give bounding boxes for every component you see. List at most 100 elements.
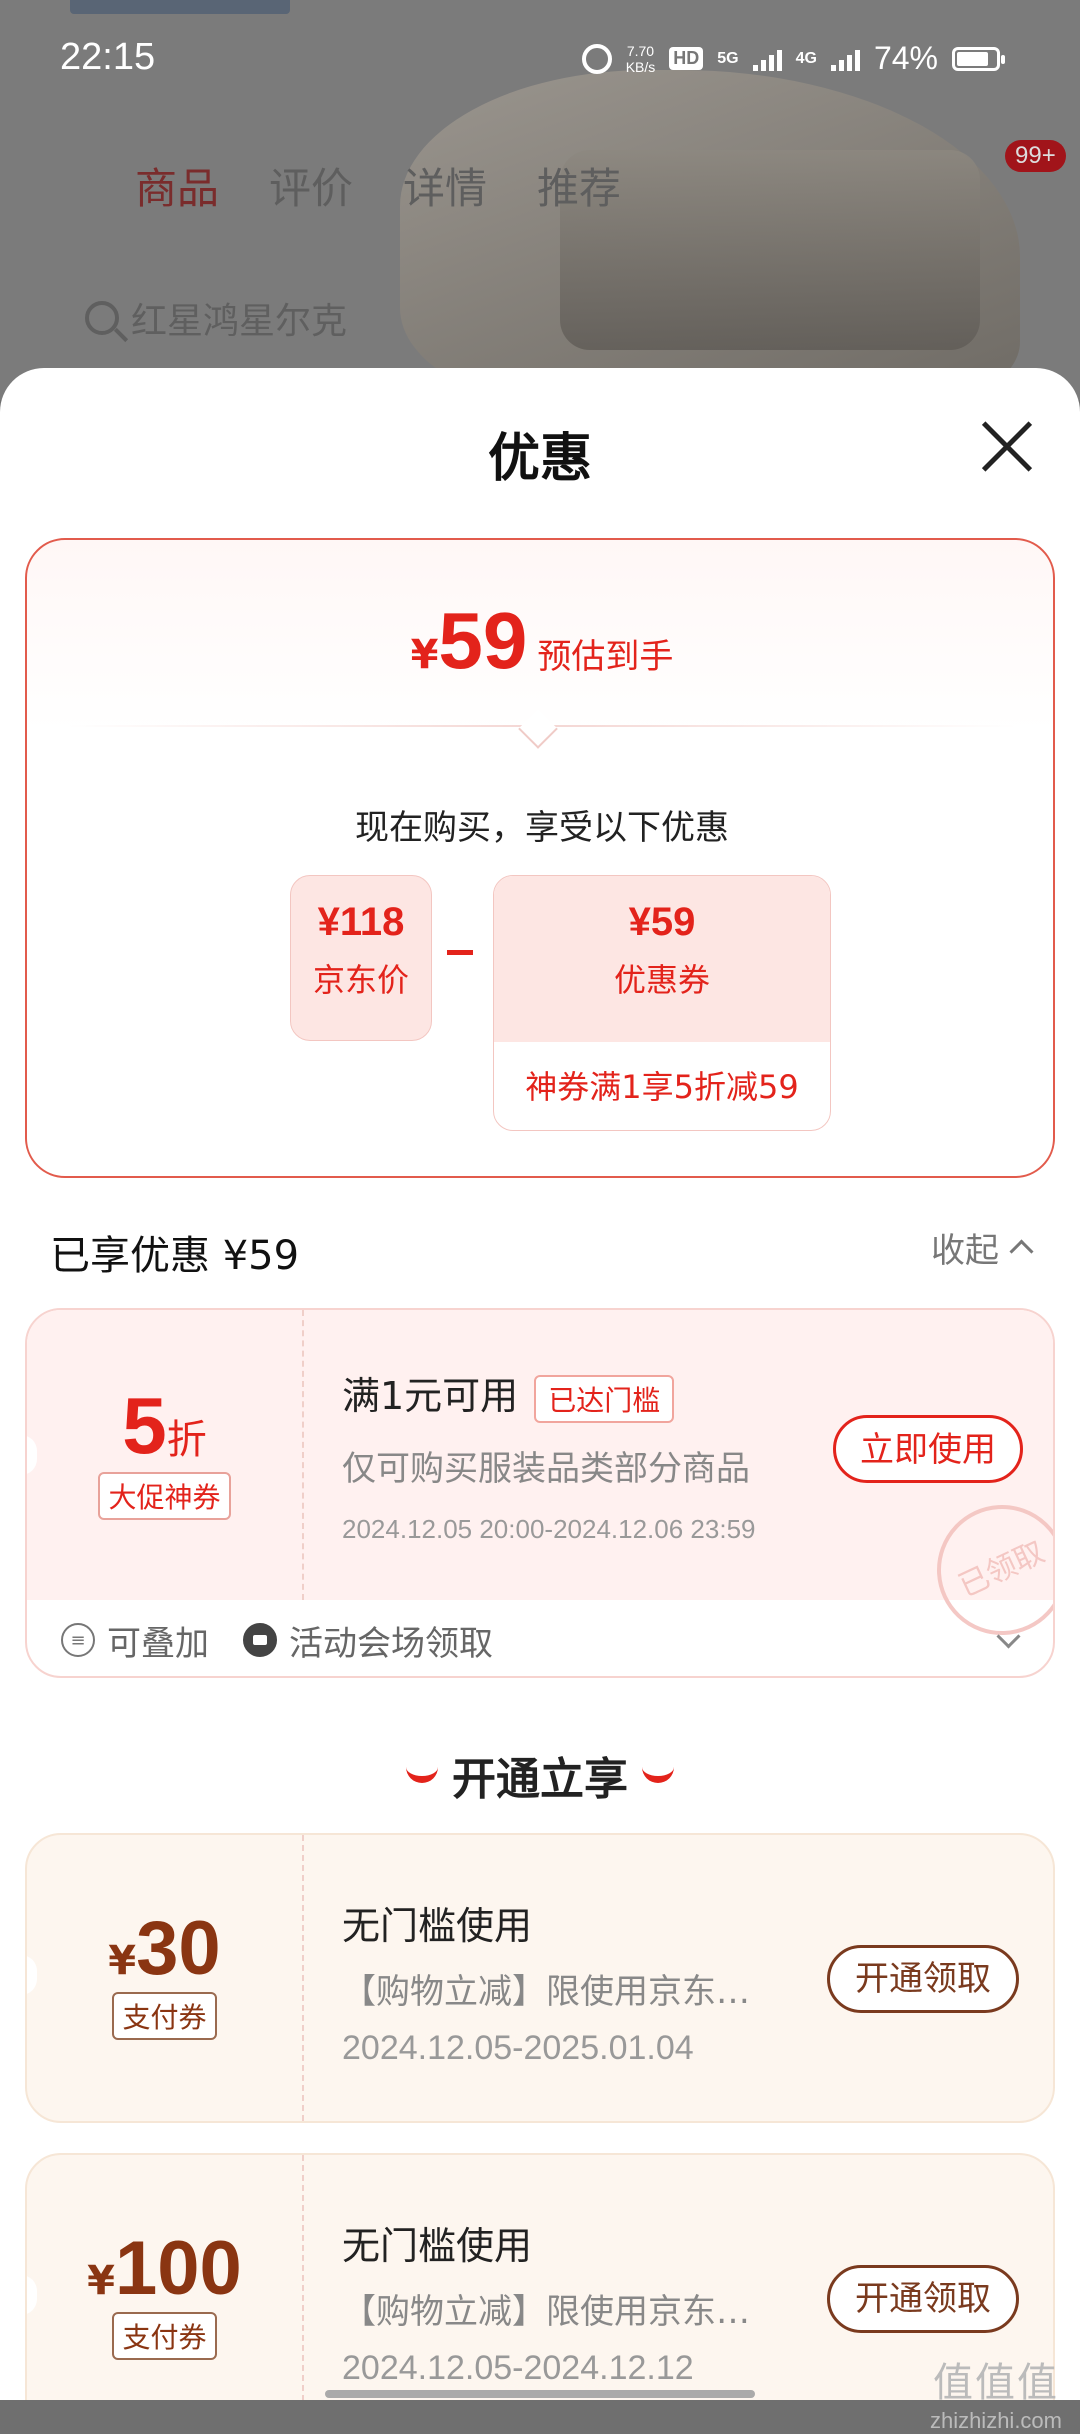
close-icon[interactable] — [980, 420, 1034, 474]
discount-value: 5 — [122, 1381, 167, 1470]
final-price-label: 预估到手 — [537, 637, 674, 677]
tab-details[interactable]: 详情 — [403, 155, 487, 216]
tab-reviews[interactable]: 评价 — [269, 155, 353, 216]
open-section-title: 开通立享 — [0, 1743, 1080, 1807]
pay-coupon-tag: 支付券 — [112, 2312, 217, 2360]
hd-icon: HD — [669, 47, 704, 70]
pay-coupon-value: ¥30 — [27, 1905, 302, 1992]
jd-price-value: ¥118 — [317, 900, 405, 944]
collapse-button[interactable]: 收起 — [931, 1223, 1034, 1272]
coupon-desc: 【购物立减】限使用京东… — [342, 1972, 750, 2012]
smile-icon — [642, 1767, 674, 1783]
currency-symbol: ¥ — [108, 1938, 137, 1984]
speed-value: 7.70 — [626, 42, 655, 59]
search-bar[interactable]: 红星鸿星尔克 — [85, 292, 347, 344]
coupon-condition: 满1元可用 — [342, 1374, 519, 1418]
status-icons: 7.70 KB/s HD 5G 4G 74% — [581, 40, 1005, 77]
jd-price-label: 京东价 — [312, 961, 409, 999]
enjoyed-discount-title: 已享优惠 ¥59 — [50, 1233, 300, 1279]
final-price: 59 — [438, 596, 528, 685]
coupon-deduction-desc: 神券满1享5折减59 — [525, 1068, 799, 1106]
discount-unit: 折 — [166, 1417, 207, 1463]
coupon-desc: 【购物立减】限使用京东… — [342, 2292, 750, 2332]
product-tabs: 商品 评价 详情 推荐 — [135, 155, 621, 216]
chevron-down-icon[interactable] — [996, 1624, 1021, 1649]
network-5g-label: 5G — [717, 49, 739, 67]
coupon-value-area: 5折 大促神券 — [27, 1310, 302, 1600]
coupon-deduction-top: ¥59 优惠券 — [494, 876, 830, 1042]
source-info: 活动会场领取 — [243, 1616, 493, 1665]
pay-coupon-amount: 30 — [136, 1906, 221, 1991]
collapse-label: 收起 — [931, 1231, 999, 1271]
signal-bars-icon — [830, 47, 860, 71]
coupon-title: 满1元可用 已达门槛 — [342, 1365, 756, 1423]
pay-coupon-value: ¥100 — [27, 2225, 302, 2312]
open-claim-button[interactable]: 开通领取 — [827, 2265, 1019, 2333]
smile-icon — [406, 1767, 438, 1783]
stackable-info: 可叠加 — [61, 1616, 209, 1665]
estimated-price: ¥59 预估到手 — [27, 595, 1057, 687]
speed-unit: KB/s — [625, 58, 656, 75]
jd-price-card: ¥118 京东价 — [290, 875, 432, 1041]
stackable-label: 可叠加 — [107, 1623, 209, 1664]
network-4g-label: 4G — [795, 49, 817, 67]
network-speed: 7.70 KB/s — [626, 43, 656, 75]
coupon-date: 2024.12.05 20:00-2024.12.06 23:59 — [342, 1513, 756, 1544]
signal-bars-icon — [752, 47, 782, 71]
open-section-label: 开通立享 — [452, 1754, 628, 1805]
coupon-date: 2024.12.05-2025.01.04 — [342, 2029, 694, 2067]
coupon-deduction-card: ¥59 优惠券 神券满1享5折减59 — [493, 875, 831, 1131]
coupon-deduction-label: 优惠券 — [613, 961, 710, 999]
coupon-value-area: ¥30 支付券 — [27, 1835, 302, 2121]
currency-symbol: ¥ — [410, 632, 439, 678]
pay-coupon-tag: 支付券 — [112, 1992, 217, 2040]
product-image-detail — [560, 150, 980, 350]
cart-count-badge: 99+ — [1005, 140, 1066, 172]
open-claim-button[interactable]: 开通领取 — [827, 1945, 1019, 2013]
currency-symbol: ¥ — [87, 2258, 116, 2304]
coupon-desc: 仅可购买服装品类部分商品 — [342, 1448, 750, 1489]
coupon-type-tag: 大促神券 — [98, 1472, 231, 1520]
sheet-title: 优惠 — [487, 429, 592, 489]
coupon-footer: 可叠加 活动会场领取 — [27, 1600, 1053, 1676]
coupon-value-area: ¥100 支付券 — [27, 2155, 302, 2400]
coupon-main: 5折 大促神券 满1元可用 已达门槛 仅可购买服装品类部分商品 2024.12.0… — [27, 1310, 1053, 1657]
divider-notch — [518, 709, 558, 749]
watermark: 值值值 zhizhizhi.com — [930, 2350, 1062, 2434]
search-text: 红星鸿星尔克 — [131, 301, 348, 342]
home-indicator[interactable] — [325, 2390, 755, 2398]
coupon-info: 无门槛使用 【购物立减】限使用京东… 2024.12.05-2025.01.04 — [342, 1895, 750, 2068]
use-now-button[interactable]: 立即使用 — [833, 1415, 1023, 1483]
threshold-reached-badge: 已达门槛 — [534, 1374, 675, 1423]
stack-icon — [61, 1623, 95, 1657]
pay-coupon-card: ¥100 支付券 无门槛使用 【购物立减】限使用京东… 2024.12.05-2… — [25, 2153, 1055, 2400]
coupon-divider — [302, 1310, 304, 1600]
pay-coupon-card: ¥30 支付券 无门槛使用 【购物立减】限使用京东… 2024.12.05-20… — [25, 1833, 1055, 2123]
coupon-title: 无门槛使用 — [342, 2224, 533, 2268]
coupon-deduction-value: ¥59 — [628, 900, 696, 944]
tab-product[interactable]: 商品 — [135, 155, 219, 216]
alarm-icon — [581, 43, 612, 74]
status-time: 22:15 — [60, 36, 156, 78]
coupon-divider — [302, 1835, 304, 2121]
summary-subtitle: 现在购买，享受以下优惠 — [355, 808, 729, 848]
coupon-title: 无门槛使用 — [342, 1904, 533, 1948]
watermark-logo: 值值值 — [932, 2361, 1059, 2405]
coupon-discount: 5折 — [27, 1380, 302, 1472]
price-summary-card: ¥59 预估到手 现在购买，享受以下优惠 ¥118 京东价 ¥59 优惠券 神券满… — [25, 538, 1055, 1178]
ticket-icon — [243, 1623, 277, 1657]
watermark-url: zhizhizhi.com — [929, 2408, 1062, 2433]
status-bar: 22:15 7.70 KB/s HD 5G 4G 74% — [0, 0, 1080, 120]
chevron-up-icon — [1009, 1239, 1034, 1264]
tab-recommend[interactable]: 推荐 — [537, 155, 621, 216]
search-icon — [85, 301, 119, 335]
minus-sign — [447, 950, 473, 955]
battery-percent: 74% — [873, 40, 938, 76]
coupon-divider — [302, 2155, 304, 2400]
coupon-date: 2024.12.05-2024.12.12 — [342, 2349, 694, 2387]
discount-sheet: 优惠 ¥59 预估到手 现在购买，享受以下优惠 ¥118 京东价 ¥59 优惠券 … — [0, 368, 1080, 2400]
source-label: 活动会场领取 — [289, 1623, 493, 1664]
coupon-info: 无门槛使用 【购物立减】限使用京东… 2024.12.05-2024.12.12 — [342, 2215, 750, 2388]
battery-icon — [952, 46, 1005, 71]
coupon-info: 满1元可用 已达门槛 仅可购买服装品类部分商品 2024.12.05 20:00-… — [342, 1365, 756, 1545]
